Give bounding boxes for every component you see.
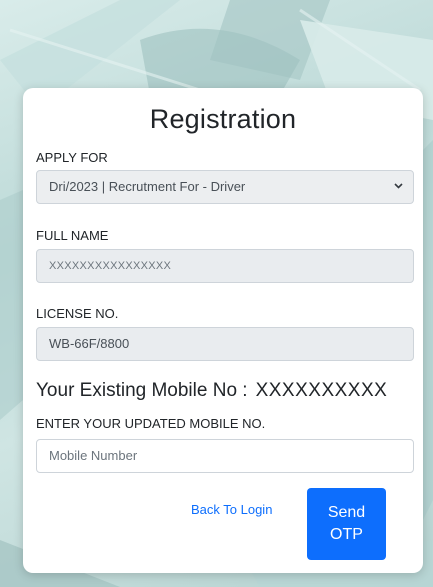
existing-mobile-value: XXXXXXXXXX	[255, 380, 388, 401]
back-to-login-link[interactable]: Back To Login	[191, 502, 272, 517]
apply-for-select[interactable]: Dri/2023 | Recrutment For - Driver	[36, 170, 414, 204]
send-otp-button[interactable]: Send OTP	[307, 488, 386, 560]
updated-mobile-label: ENTER YOUR UPDATED MOBILE NO.	[36, 416, 266, 431]
existing-mobile-line: Your Existing Mobile No : XXXXXXXXXX	[36, 380, 387, 402]
license-field: WB-66F/8800	[36, 327, 414, 361]
existing-mobile-label: Your Existing Mobile No :	[36, 380, 248, 401]
full-name-label: FULL NAME	[36, 228, 109, 243]
page-title: Registration	[149, 104, 297, 134]
apply-for-selected-value: Dri/2023 | Recrutment For - Driver	[49, 179, 246, 194]
registration-card: Registration APPLY FOR Dri/2023 | Recrut…	[23, 88, 423, 573]
license-label: LICENSE NO.	[36, 306, 119, 321]
full-name-field: XXXXXXXXXXXXXXXX	[36, 249, 414, 283]
mobile-number-input[interactable]	[49, 440, 413, 471]
chevron-down-icon	[394, 183, 403, 189]
apply-for-label: APPLY FOR	[36, 150, 108, 165]
mobile-number-field[interactable]	[36, 439, 414, 473]
